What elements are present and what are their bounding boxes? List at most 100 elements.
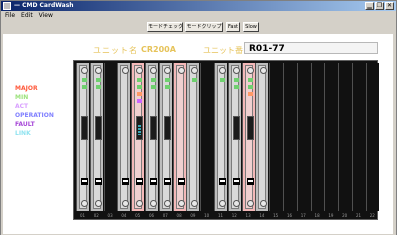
- card-module: [134, 65, 144, 209]
- status-led: [137, 99, 143, 103]
- main-panel: ユニット名 CR200A ユニット番 R01-77 MAJOR MIN ACT OPE…: [3, 34, 393, 234]
- unit-number-value: R01-77: [249, 44, 285, 54]
- port-connector: [232, 116, 240, 140]
- status-led: [137, 85, 143, 89]
- slot-3[interactable]: [103, 63, 117, 211]
- screw-icon: [136, 67, 144, 74]
- slow-button[interactable]: Slow: [243, 22, 259, 32]
- slot-8[interactable]: [172, 63, 186, 211]
- status-led: [247, 85, 253, 89]
- slot-2[interactable]: [89, 63, 103, 211]
- slot-15[interactable]: [269, 63, 283, 211]
- mode-check-button[interactable]: モードチェック: [147, 22, 183, 32]
- title-bar: — CMD CardWash ▁ ❐ ✕: [1, 1, 396, 11]
- card-module: [189, 65, 199, 209]
- menu-file[interactable]: File: [5, 11, 15, 20]
- mode-clip-button[interactable]: モードクリップ: [185, 22, 223, 32]
- screw-icon: [150, 200, 157, 207]
- slot-number: 03: [107, 213, 113, 218]
- slot-4[interactable]: [117, 63, 131, 211]
- port-connector: [150, 116, 157, 140]
- slot-17[interactable]: [296, 63, 310, 211]
- status-led: [95, 78, 101, 82]
- window-title: — CMD CardWash: [14, 2, 74, 9]
- slot-14[interactable]: [255, 63, 269, 211]
- status-led: [164, 78, 170, 82]
- screw-icon: [232, 200, 240, 207]
- slot-number: 22: [369, 213, 375, 218]
- slot-number: 21: [355, 213, 362, 218]
- slot-20[interactable]: [338, 63, 352, 211]
- screw-icon: [81, 200, 88, 207]
- slot-7[interactable]: [158, 63, 172, 211]
- status-led: [233, 78, 239, 82]
- slot-number: 17: [300, 213, 306, 218]
- slot-number: 18: [314, 213, 320, 218]
- card-module: [148, 65, 157, 209]
- chassis-view: 01 02 03 04 05 06 07 08 09 10 11 12 13 14 15 16 17 18 19 20…: [73, 60, 379, 220]
- slot-number: 07: [162, 213, 168, 218]
- slot-number: 01: [79, 213, 86, 218]
- eject-tab-icon: [136, 178, 144, 185]
- status-led: [82, 78, 87, 82]
- screw-icon: [94, 67, 102, 74]
- slot-number: 16: [286, 213, 293, 218]
- legend-item: MIN: [15, 94, 29, 101]
- status-led: [233, 85, 239, 89]
- status-led: [82, 85, 87, 89]
- screw-icon: [260, 200, 268, 207]
- screw-icon: [260, 67, 268, 74]
- slot-19[interactable]: [324, 63, 338, 211]
- slot-10[interactable]: [200, 63, 214, 211]
- minimize-button[interactable]: ▁: [365, 2, 374, 10]
- slot-number: 08: [176, 213, 182, 218]
- menu-edit[interactable]: Edit: [21, 11, 33, 20]
- eject-tab-icon: [177, 178, 185, 185]
- close-button[interactable]: ✕: [385, 2, 394, 10]
- status-led: [151, 85, 156, 89]
- card-module: [258, 65, 268, 209]
- eject-tab-icon: [163, 178, 171, 185]
- slot-1[interactable]: [76, 63, 89, 211]
- screw-icon: [81, 67, 88, 74]
- port-connector: [246, 116, 254, 140]
- slot-number: 14: [259, 213, 265, 218]
- status-led: [137, 78, 143, 82]
- slot-22[interactable]: [365, 63, 379, 211]
- screw-icon: [163, 67, 171, 74]
- legend-item: FAULT: [15, 121, 35, 128]
- eject-tab-icon: [94, 178, 102, 185]
- slot-11[interactable]: [214, 63, 227, 211]
- port-connector: [94, 116, 102, 140]
- status-led: [247, 92, 253, 96]
- slot-16[interactable]: [283, 63, 296, 211]
- slot-9[interactable]: [186, 63, 200, 211]
- unit-number-label: ユニット番: [203, 46, 243, 55]
- slot-21[interactable]: [352, 63, 365, 211]
- fast-button[interactable]: Fast: [226, 22, 240, 32]
- slot-number: 20: [342, 213, 348, 218]
- screw-icon: [191, 67, 199, 74]
- screw-icon: [94, 200, 102, 207]
- card-module: [244, 65, 254, 209]
- app-window: — CMD CardWash ▁ ❐ ✕ File Edit View モードチ…: [0, 0, 397, 237]
- status-legend: MAJOR MIN ACT OPERATION FAULT LINK: [15, 84, 75, 138]
- slot-6[interactable]: [145, 63, 158, 211]
- slot-12[interactable]: [227, 63, 241, 211]
- slot-5[interactable]: [131, 63, 145, 211]
- screw-icon: [163, 200, 171, 207]
- screw-icon: [177, 200, 185, 207]
- eject-tab-icon: [246, 178, 254, 185]
- screw-icon: [219, 67, 226, 74]
- window-controls: ▁ ❐ ✕: [365, 2, 394, 10]
- menu-view[interactable]: View: [39, 11, 53, 20]
- slot-13[interactable]: [241, 63, 255, 211]
- slot-number: 04: [121, 213, 127, 218]
- legend-item: OPERATION: [15, 112, 54, 119]
- port-connector: [136, 116, 144, 140]
- slot-18[interactable]: [310, 63, 324, 211]
- maximize-button[interactable]: ❐: [375, 2, 384, 10]
- unit-number-field[interactable]: R01-77: [244, 42, 378, 54]
- card-module: [217, 65, 226, 209]
- card-module: [230, 65, 240, 209]
